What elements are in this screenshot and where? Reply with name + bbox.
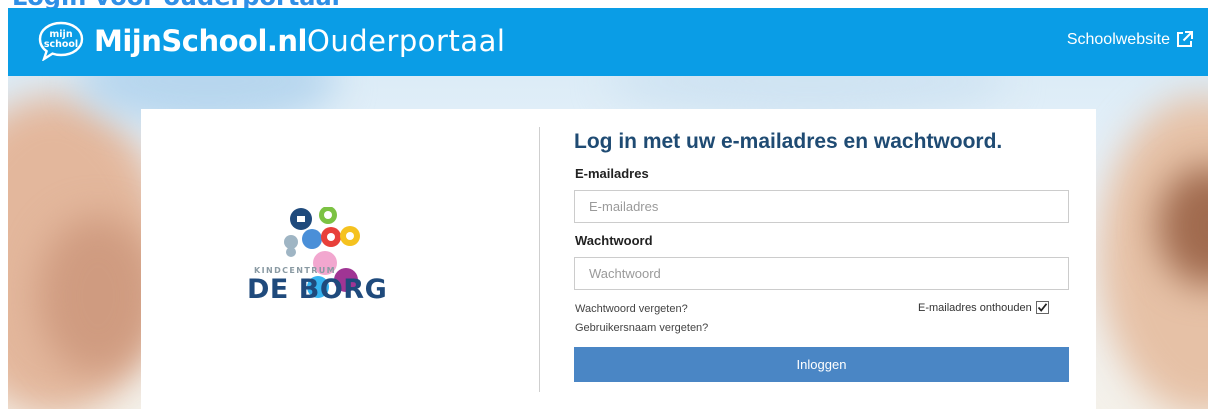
logo-text-line2: school: [44, 39, 78, 50]
password-label: Wachtwoord: [575, 233, 653, 248]
top-header: mijn school MijnSchool.nlOuderportaal Sc…: [8, 8, 1208, 76]
login-title: Log in met uw e-mailadres en wachtwoord.: [574, 130, 1003, 153]
forgot-password-link[interactable]: Wachtwoord vergeten?: [575, 303, 688, 315]
brand-title: MijnSchool.nlOuderportaal: [94, 24, 505, 59]
login-button[interactable]: Inloggen: [574, 347, 1069, 382]
forgot-username-link[interactable]: Gebruikersnaam vergeten?: [575, 322, 708, 334]
password-input[interactable]: [574, 257, 1069, 290]
brand-subtitle: Ouderportaal: [307, 24, 506, 58]
blurred-background-photo: KINDCENTRUM DE BORG Log in met uw e-mail…: [8, 76, 1208, 409]
checkmark-icon: [1037, 303, 1047, 312]
remember-email-label: E-mailadres onthouden: [918, 301, 1032, 314]
login-card: KINDCENTRUM DE BORG Log in met uw e-mail…: [141, 109, 1096, 409]
school-name-large: DE BORG: [247, 274, 388, 305]
mijnschool-logo-icon: mijn school: [38, 21, 84, 61]
page-heading-text: Login voor ouderportaal: [12, 0, 340, 8]
external-link-icon: [1177, 31, 1193, 47]
brand-name: MijnSchool.nl: [94, 24, 308, 58]
school-website-label: Schoolwebsite: [1066, 30, 1170, 48]
email-label: E-mailadres: [575, 166, 649, 181]
email-input[interactable]: [574, 190, 1069, 223]
page-heading-fragment: Login voor ouderportaal: [0, 0, 640, 8]
card-divider: [539, 127, 540, 392]
remember-email-option: E-mailadres onthouden: [918, 301, 1049, 314]
remember-email-checkbox[interactable]: [1035, 301, 1049, 314]
school-website-link[interactable]: Schoolwebsite: [1067, 30, 1194, 49]
